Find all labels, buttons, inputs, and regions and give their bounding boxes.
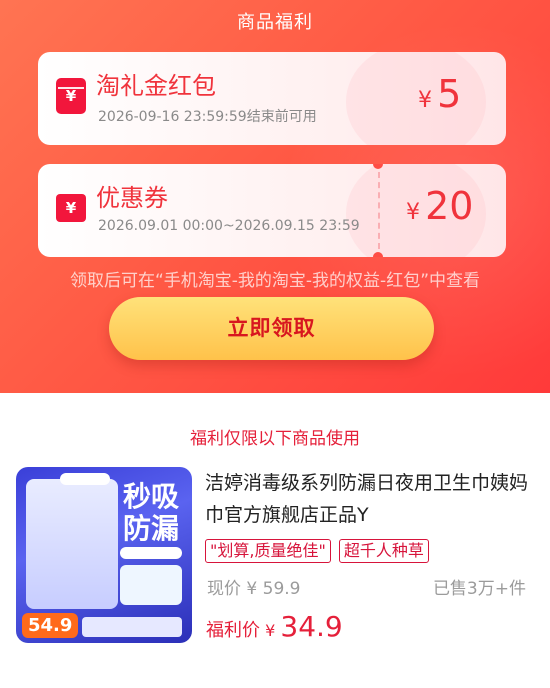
welfare-hero: 商品福利 ¥ 淘礼金红包 2026-09-16 23:59:59结束前可用 ¥ … <box>0 0 550 393</box>
ticket-notch <box>373 252 383 257</box>
product-title[interactable]: 洁婷消毒级系列防漏日夜用卫生巾姨妈巾官方旗舰店正品Y <box>205 467 535 531</box>
claim-note: 领取后可在“手机淘宝-我的淘宝-我的权益-红包”中查看 <box>69 271 481 291</box>
ticket-divider <box>378 172 380 249</box>
currency-symbol: ¥ <box>406 200 420 225</box>
coupon-ticket-icon: ¥ <box>56 194 86 222</box>
image-price-tag: 54.9 <box>22 613 79 638</box>
product-tag: "划算,质量绝佳" <box>205 539 331 563</box>
coupon-title: 淘礼金红包 <box>96 72 216 100</box>
welfare-price: 福利价 ¥ 34.9 <box>206 610 343 643</box>
coupon-card-discount[interactable]: ¥ 优惠券 2026.09.01 00:00~2026.09.15 23:59 … <box>38 164 506 257</box>
coupon-card-red-envelope[interactable]: ¥ 淘礼金红包 2026-09-16 23:59:59结束前可用 ¥ 5 <box>38 52 506 145</box>
amount-value: 5 <box>437 72 462 116</box>
page-title: 商品福利 <box>237 12 313 33</box>
product-package-panel <box>26 479 118 609</box>
claim-button[interactable]: 立即领取 <box>109 297 434 360</box>
coupon-title: 优惠券 <box>96 184 168 212</box>
image-headline: 秒吸防漏 <box>122 480 179 545</box>
image-footer-strip <box>82 617 182 637</box>
red-envelope-icon: ¥ <box>56 78 86 114</box>
image-band <box>120 547 182 559</box>
coupon-amount: ¥ 20 <box>406 186 473 226</box>
welfare-price-label: 福利价 <box>206 620 260 641</box>
product-image[interactable]: 秒吸防漏 54.9 <box>16 467 192 643</box>
product-tags: "划算,质量绝佳" 超千人种草 <box>205 539 429 563</box>
section-label: 福利仅限以下商品使用 <box>190 429 360 449</box>
current-price: 现价 ¥ 59.9 <box>207 579 301 599</box>
amount-value: 20 <box>425 184 474 228</box>
product-pad-illustration <box>120 565 182 605</box>
brand-logo <box>60 473 110 485</box>
product-tag: 超千人种草 <box>338 539 429 563</box>
currency-symbol: ¥ <box>418 88 432 113</box>
coupon-amount: ¥ 5 <box>418 74 461 114</box>
sold-count: 已售3万+件 <box>432 579 526 599</box>
currency-symbol: ¥ <box>265 621 276 640</box>
welfare-price-value: 34.9 <box>280 610 343 643</box>
coupon-validity: 2026.09.01 00:00~2026.09.15 23:59 <box>98 218 360 234</box>
card-decoration <box>346 52 486 145</box>
coupon-validity: 2026-09-16 23:59:59结束前可用 <box>98 109 317 125</box>
